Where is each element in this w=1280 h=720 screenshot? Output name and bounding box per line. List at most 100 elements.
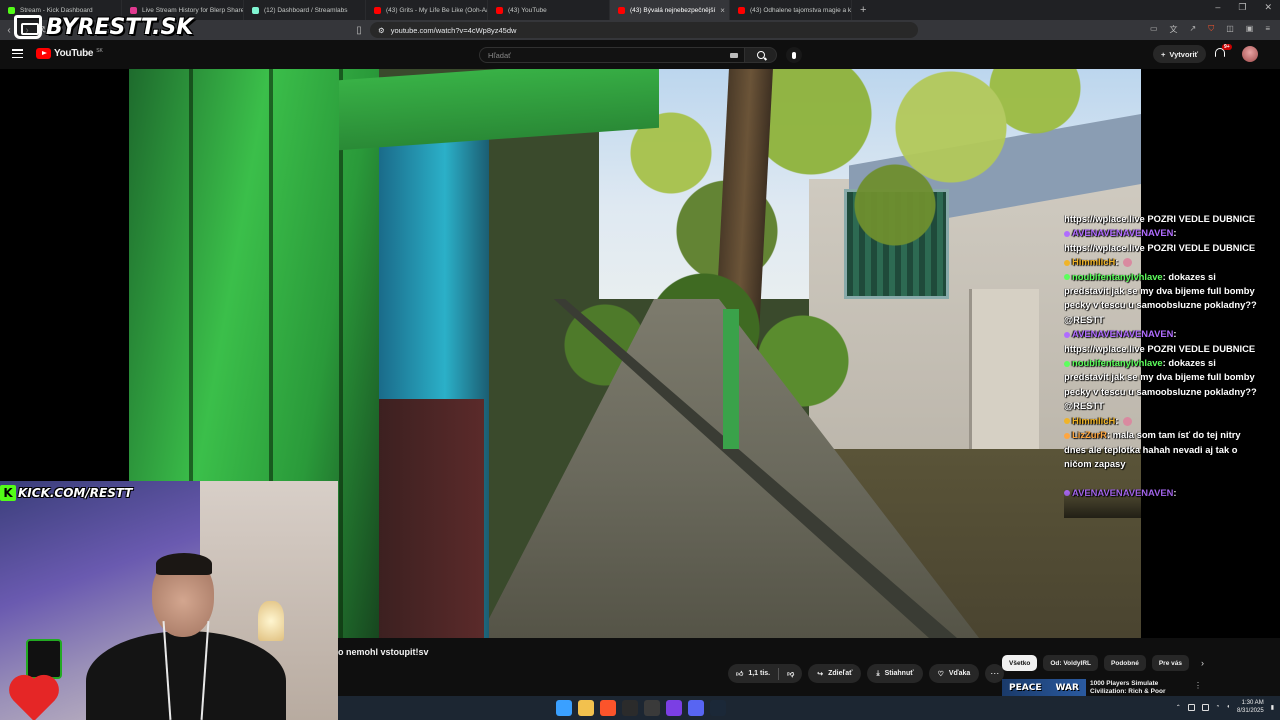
stream-watermark: BYRESTT.SK [14,14,193,40]
youtube-logo[interactable]: YouTube SK [36,48,103,59]
browser-tab[interactable]: (43) Bývalá nejnebezpečnější × [610,0,730,20]
taskbar-clock[interactable]: 1:30 AM 8/31/2025 [1237,699,1264,715]
super-thanks-icon: ♡ [937,670,944,678]
microphone-icon [792,51,796,59]
browser-tab[interactable]: (43) YouTube [488,0,610,20]
chat-emote-icon [1122,258,1132,268]
bookmark-icon[interactable]: ▯ [350,25,368,36]
discord-icon[interactable] [688,700,704,716]
chat-message-line: AVENAVENAVENAVEN: [1064,226,1280,240]
voice-search-button[interactable] [786,47,802,63]
wallet-icon[interactable]: ▣ [1246,24,1254,35]
chat-message-line: noubifentanylvhlave: dokazes si [1064,356,1280,370]
share-arrow-icon: ↪ [817,670,824,678]
chat-message-line: dnes ale teplotka hahah nevadi aj tak o [1064,443,1280,457]
chat-separator: : [1115,256,1121,268]
like-button[interactable]: 👍︎ 1,1 tis. [728,664,778,683]
chat-message-line: https://wplace.live POZRI VEDLE DUBNICE [1064,342,1280,356]
like-dislike-group: 👍︎ 1,1 tis. 👎︎ [728,664,803,683]
thanks-button[interactable]: ♡ Vďaka [928,664,980,683]
keyboard-icon[interactable] [730,53,738,58]
network-icon[interactable]: ◔ [1216,704,1220,710]
thumbs-up-icon: 👍︎ [736,671,744,678]
filter-chip[interactable]: Podobné [1104,655,1146,671]
download-button[interactable]: ⤓ Stiahnuť [867,664,923,683]
thumbnail-text: PEACE [1009,682,1042,693]
tray-chevron-icon[interactable]: ⌃ [1176,704,1181,711]
volume-icon[interactable]: ◖ [1226,704,1230,710]
browser-tab-label: (43) Grits - My Life Be Like (Ooh-Aah) [386,6,488,14]
chat-message-line: AVENAVENAVENAVEN: [1064,327,1280,341]
translate-icon[interactable]: 文 [1170,24,1178,35]
notifications-bell-icon[interactable] [1214,48,1225,59]
filter-chip[interactable]: Všetko [1002,655,1038,671]
filter-chip[interactable]: Pre vás [1151,655,1189,671]
obs-icon[interactable] [644,700,660,716]
share-button[interactable]: ↪ Zdieľať [808,664,862,683]
steam-icon[interactable] [710,700,726,716]
close-tab-icon[interactable]: × [720,6,725,15]
browser-tab[interactable]: (12) Dashboard / Streamlabs [244,0,366,20]
cast-icon[interactable]: ▭ [1150,24,1158,35]
share-icon[interactable]: ↗ [1190,24,1197,35]
recommended-video-thumbnail[interactable]: PEACE WAR [1002,679,1086,696]
app-purple-icon[interactable] [666,700,682,716]
taskbar-apps [556,700,726,716]
chat-badge-icon [1064,331,1070,338]
browser-tab-label: (43) Odhalene tajomstva magie a ku [750,6,852,14]
browser-tab-label: Stream - Kick Dashboard [20,6,93,14]
webcam-overlay [0,481,338,720]
youtube-play-icon [36,48,51,59]
chat-text: https://wplace.live POZRI VEDLE DUBNICE [1064,342,1256,354]
notification-center-icon[interactable]: ▮ [1271,704,1274,711]
blerp-icon [130,6,137,14]
recommended-video-menu-icon[interactable]: ⋮ [1194,681,1202,690]
account-avatar[interactable] [1242,46,1258,62]
terminal-icon[interactable] [622,700,638,716]
stream-chat-overlay: https://wplace.live POZRI VEDLE DUBNICE A… [1064,212,1280,512]
site-info-icon[interactable]: ⚙ [378,26,385,35]
minimize-icon[interactable]: – [1215,2,1220,13]
clock-date: 8/31/2025 [1236,708,1264,714]
browser-tab-label: (43) YouTube [508,6,547,14]
restore-icon[interactable]: ❐ [1238,2,1246,13]
watermark-text: BYRESTT.SK [46,14,194,40]
chips-next-icon[interactable]: › [1201,658,1204,668]
search-input[interactable]: Hľadať [479,47,745,63]
chat-badge-icon [1064,274,1070,281]
search-button[interactable] [745,47,777,63]
recommended-video-title[interactable]: 1000 Players Simulate Civilization: Rich… [1090,680,1182,696]
chat-text: @RESTT [1064,400,1104,412]
close-window-icon[interactable]: ✕ [1264,2,1272,13]
sidebar-toggle-icon[interactable]: ◫ [1226,24,1234,35]
kick-url-text: KICK.COM/RESTT [18,486,133,500]
streamer-hair [156,553,212,575]
chat-message-line: pecky v tescu u samoobsluzne pokladny?? [1064,298,1280,312]
chat-message-line: @RESTT [1064,399,1280,413]
browser-tab[interactable]: (43) Grits - My Life Be Like (Ooh-Aah) [366,0,488,20]
windows-start-icon[interactable] [556,700,572,716]
menu-icon[interactable]: ≡ [1265,24,1270,35]
tray-app-icon[interactable] [1201,703,1209,711]
new-tab-button[interactable]: + [852,4,874,16]
chat-separator: : [1173,227,1177,239]
clock-time: 1:30 AM [1241,700,1264,706]
windows-taskbar: ⌃ ◔ ◖ 1:30 AM 8/31/2025 ▮ [338,696,1280,720]
url-omnibox[interactable]: ⚙ youtube.com/watch?v=4cWp8yz45dw [370,22,918,38]
share-label: Zdieľať [828,670,853,677]
chat-message-line [1064,471,1280,485]
brave-shield-icon[interactable]: ⛉ [1208,24,1214,35]
brave-browser-icon[interactable] [600,700,616,716]
create-button[interactable]: + Vytvoriť [1153,45,1207,63]
chat-message-line: noubifentanylvhlave: dokazes si [1064,270,1280,284]
dislike-button[interactable]: 👎︎ [779,664,802,683]
file-explorer-icon[interactable] [578,700,594,716]
chat-text: pecky v tescu u samoobsluzne pokladny?? [1064,299,1257,311]
chat-text: mala som tam ísť do tej nitry [1112,429,1241,441]
browser-tab[interactable]: (43) Odhalene tajomstva magie a ku [730,0,852,20]
chat-text: https://wplace.live POZRI VEDLE DUBNICE [1064,241,1256,253]
webcam-lamp [258,601,284,641]
hamburger-menu-icon[interactable] [12,49,23,58]
tray-app-icon[interactable] [1187,703,1195,711]
filter-chip[interactable]: Od: VoldyIRL [1043,655,1099,671]
